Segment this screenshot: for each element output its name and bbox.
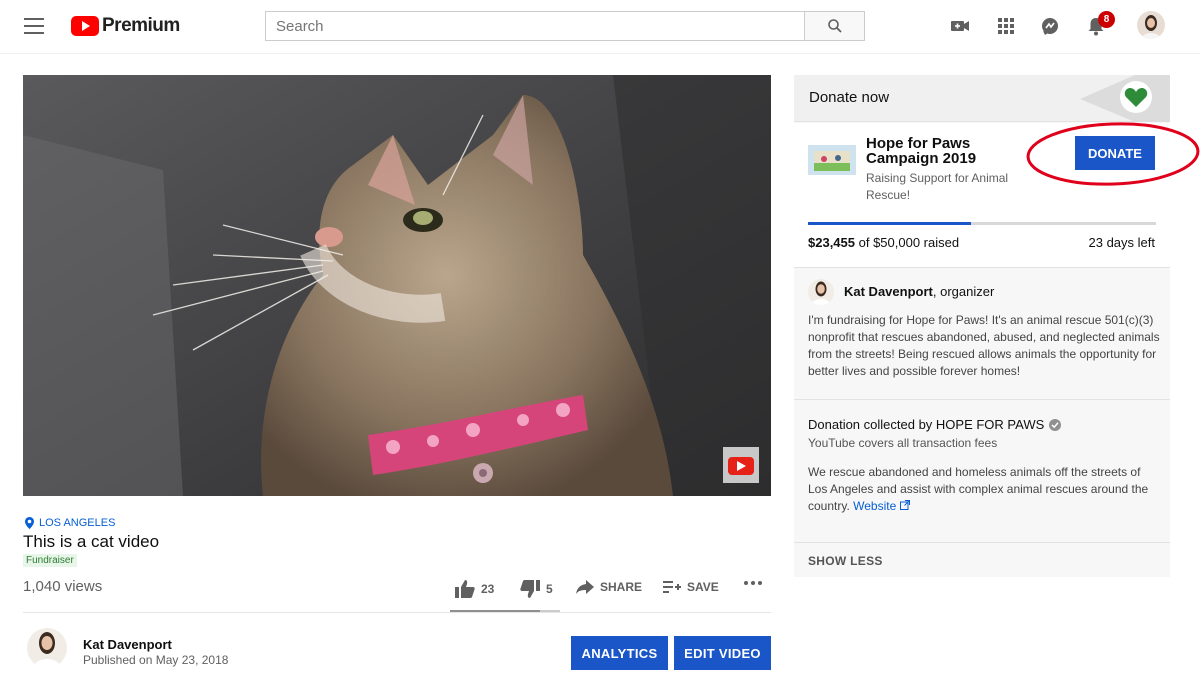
- share-arrow-icon: [576, 580, 594, 594]
- campaign-thumbnail[interactable]: [808, 145, 856, 175]
- thumbs-down-icon: [520, 580, 540, 598]
- like-ratio-fill: [450, 610, 541, 612]
- campaign-thumbnail-image: [808, 145, 856, 175]
- more-dots-icon: [744, 581, 762, 585]
- video-location[interactable]: LOS ANGELES: [25, 517, 115, 529]
- organizer-avatar[interactable]: [808, 279, 834, 305]
- notification-count-badge: 8: [1098, 11, 1115, 28]
- verified-check-icon: [1049, 418, 1062, 431]
- view-count: 1,040 views: [23, 578, 103, 595]
- cat-video-frame: [23, 75, 771, 496]
- channel-avatar-image: [33, 632, 61, 668]
- red-annotation-circle: [1026, 122, 1200, 186]
- organization-description: We rescue abandoned and homeless animals…: [808, 465, 1149, 513]
- campaign-subtitle: Raising Support for Animal Rescue!: [866, 171, 1009, 202]
- collection-section: Donation collected by HOPE FOR PAWS YouT…: [794, 401, 1170, 543]
- organizer-description: I'm fundraising for Hope for Paws! It's …: [808, 313, 1160, 378]
- analytics-button[interactable]: ANALYTICS: [571, 636, 668, 670]
- edit-video-button[interactable]: EDIT VIDEO: [674, 636, 771, 670]
- youtube-play-icon: [71, 16, 99, 36]
- publish-date: Published on May 23, 2018: [83, 653, 229, 667]
- fundraising-progress-fill: [808, 222, 972, 225]
- like-button[interactable]: 23: [455, 580, 494, 598]
- apps-grid-icon[interactable]: [994, 14, 1018, 38]
- show-less-button[interactable]: SHOW LESS: [808, 554, 883, 568]
- dislike-button[interactable]: 5: [520, 580, 553, 598]
- campaign-title: Hope for Paws Campaign 2019: [866, 135, 977, 167]
- organizer-name-line: Kat Davenport, organizer: [844, 284, 995, 299]
- thumbs-up-icon: [455, 580, 475, 598]
- donation-panel-header: Donate now: [794, 75, 1170, 122]
- donation-heart-badge-icon: [1080, 75, 1170, 122]
- collected-by-line: Donation collected by HOPE FOR PAWS: [808, 417, 1062, 432]
- transaction-fees-note: YouTube covers all transaction fees: [808, 436, 998, 450]
- channel-name[interactable]: Kat Davenport: [83, 637, 172, 652]
- search-input[interactable]: [265, 11, 805, 41]
- fundraiser-tag: Fundraiser: [23, 554, 77, 567]
- donate-now-heading: Donate now: [809, 89, 890, 106]
- organizer-section: Kat Davenport, organizer I'm fundraising…: [794, 269, 1170, 400]
- fundraising-progress-bar: [808, 222, 1156, 225]
- top-bar: Premium 8: [0, 0, 1200, 54]
- youtube-premium-logo[interactable]: Premium: [71, 14, 180, 38]
- like-ratio-bar: [450, 610, 560, 612]
- amount-raised: $23,455 of $50,000 raised: [808, 235, 960, 250]
- save-button[interactable]: SAVE: [663, 580, 719, 594]
- account-avatar[interactable]: [1137, 11, 1165, 39]
- search-icon: [828, 19, 842, 33]
- external-link-icon: [899, 500, 910, 510]
- channel-avatar[interactable]: [27, 628, 67, 668]
- search-button[interactable]: [804, 11, 865, 41]
- website-link[interactable]: Website: [853, 499, 910, 513]
- user-avatar-icon: [1141, 15, 1161, 39]
- location-pin-icon: [25, 517, 34, 529]
- share-button[interactable]: SHARE: [576, 580, 642, 594]
- video-title: This is a cat video: [23, 532, 160, 551]
- more-actions-button[interactable]: [743, 580, 763, 586]
- divider: [23, 612, 771, 613]
- create-video-icon[interactable]: [948, 14, 972, 38]
- organizer-avatar-image: [811, 281, 831, 305]
- video-player[interactable]: [23, 75, 771, 496]
- hamburger-menu-icon[interactable]: [24, 18, 44, 34]
- add-to-playlist-icon: [663, 581, 681, 593]
- days-left: 23 days left: [1088, 235, 1156, 250]
- messages-icon[interactable]: [1038, 14, 1062, 38]
